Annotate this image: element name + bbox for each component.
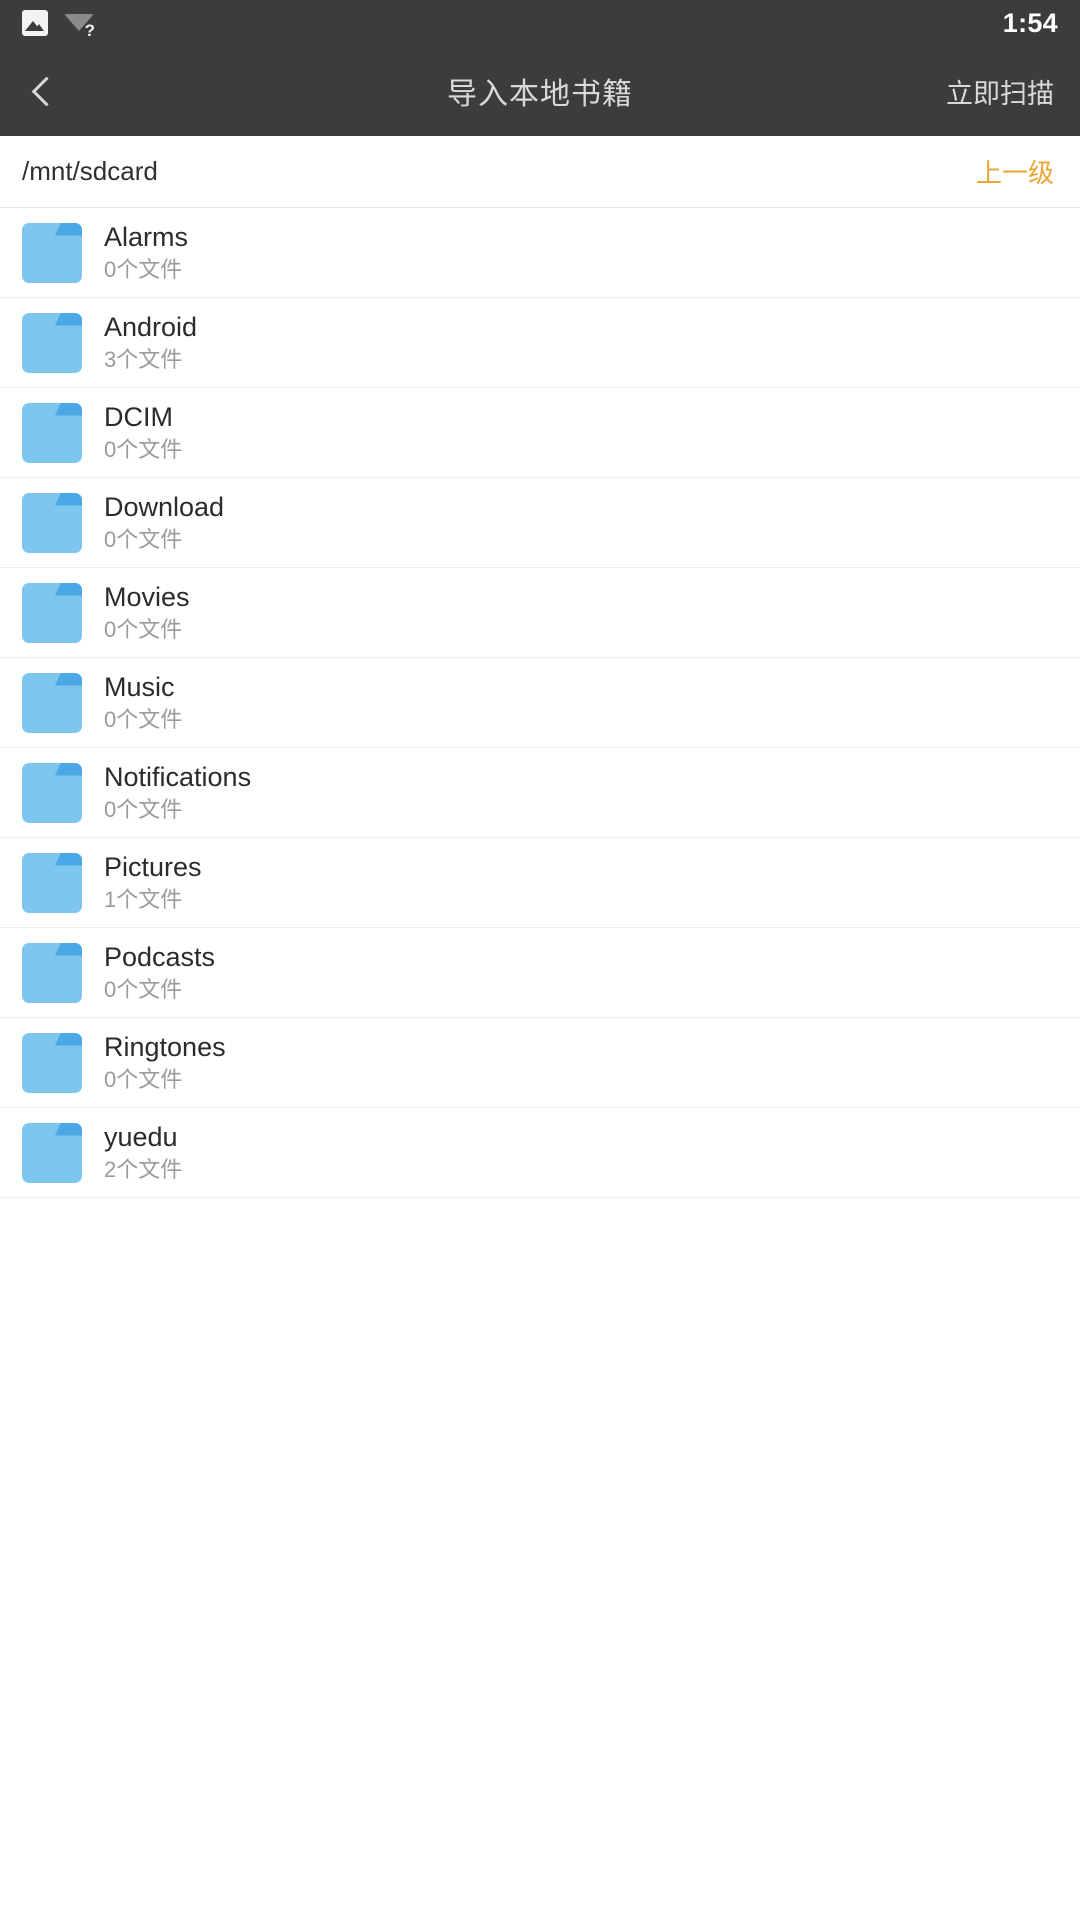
list-item-text: Ringtones 0个文件 — [104, 1032, 226, 1092]
folder-icon — [22, 222, 82, 283]
list-item[interactable]: Alarms 0个文件 — [0, 208, 1080, 298]
list-item-filecount: 0个文件 — [104, 796, 183, 822]
page-title: 导入本地书籍 — [447, 78, 633, 111]
list-item-filecount: 0个文件 — [104, 706, 183, 732]
list-item-name: yuedu — [104, 1122, 178, 1153]
list-item-text: yuedu 2个文件 — [104, 1122, 183, 1182]
list-item-filecount: 2个文件 — [104, 1156, 183, 1182]
folder-icon — [22, 492, 82, 553]
folder-icon — [22, 762, 82, 823]
scan-now-button[interactable]: 立即扫描 — [946, 72, 1080, 111]
list-item[interactable]: DCIM 0个文件 — [0, 388, 1080, 478]
chevron-left-icon — [31, 76, 61, 106]
list-item[interactable]: Pictures 1个文件 — [0, 838, 1080, 928]
list-item[interactable]: Notifications 0个文件 — [0, 748, 1080, 838]
list-item-filecount: 1个文件 — [104, 886, 183, 912]
status-bar-clock: 1:54 — [1002, 7, 1058, 38]
list-item-name: Pictures — [104, 852, 202, 883]
up-level-button[interactable]: 上一级 — [976, 153, 1054, 190]
list-item-filecount: 0个文件 — [104, 976, 183, 1002]
list-item-filecount: 0个文件 — [104, 526, 183, 552]
list-item-text: Download 0个文件 — [104, 492, 225, 552]
list-item[interactable]: Download 0个文件 — [0, 478, 1080, 568]
back-button[interactable] — [0, 46, 86, 136]
list-item-filecount: 0个文件 — [104, 616, 183, 642]
status-bar: ? 1:54 — [0, 0, 1080, 46]
folder-icon — [22, 582, 82, 643]
folder-icon — [22, 852, 82, 913]
list-item-text: Pictures 1个文件 — [104, 852, 202, 912]
current-path-label: /mnt/sdcard — [22, 156, 158, 186]
path-bar: /mnt/sdcard 上一级 — [0, 136, 1080, 208]
list-item-filecount: 3个文件 — [104, 346, 183, 372]
list-item[interactable]: Ringtones 0个文件 — [0, 1018, 1080, 1108]
list-item-text: Music 0个文件 — [104, 672, 183, 732]
list-item-name: DCIM — [104, 402, 173, 433]
list-item-name: Music — [104, 672, 175, 703]
folder-icon — [22, 942, 82, 1003]
list-item-text: Podcasts 0个文件 — [104, 942, 216, 1002]
folder-icon — [22, 402, 82, 463]
list-item-text: Movies 0个文件 — [104, 582, 190, 642]
wifi-unknown-icon: ? — [64, 10, 95, 40]
list-item-text: DCIM 0个文件 — [104, 402, 183, 462]
list-item-name: Download — [104, 492, 225, 523]
list-item-name: Ringtones — [104, 1032, 226, 1063]
list-item-name: Alarms — [104, 222, 189, 253]
folder-icon — [22, 312, 82, 373]
folder-icon — [22, 1032, 82, 1093]
list-item-text: Notifications 0个文件 — [104, 762, 252, 822]
list-item[interactable]: Android 3个文件 — [0, 298, 1080, 388]
list-item[interactable]: Music 0个文件 — [0, 658, 1080, 748]
list-item-text: Android 3个文件 — [104, 312, 198, 372]
list-item[interactable]: Podcasts 0个文件 — [0, 928, 1080, 1018]
list-item[interactable]: yuedu 2个文件 — [0, 1108, 1080, 1198]
folder-icon — [22, 672, 82, 733]
list-item-filecount: 0个文件 — [104, 256, 183, 282]
list-item-filecount: 0个文件 — [104, 1066, 183, 1092]
wifi-question-badge: ? — [84, 21, 95, 40]
app-bar: 导入本地书籍 立即扫描 — [0, 46, 1080, 136]
folder-icon — [22, 1122, 82, 1183]
list-item-filecount: 0个文件 — [104, 436, 183, 462]
list-item-text: Alarms 0个文件 — [104, 222, 189, 282]
list-item[interactable]: Movies 0个文件 — [0, 568, 1080, 658]
list-item-name: Podcasts — [104, 942, 216, 973]
list-item-name: Movies — [104, 582, 190, 613]
file-list: Alarms 0个文件 Android 3个文件 DCIM 0个文件 Downl… — [0, 208, 1080, 1198]
status-bar-icons: ? — [22, 10, 95, 40]
list-item-name: Android — [104, 312, 198, 343]
list-item-name: Notifications — [104, 762, 252, 793]
gallery-icon — [22, 10, 48, 36]
